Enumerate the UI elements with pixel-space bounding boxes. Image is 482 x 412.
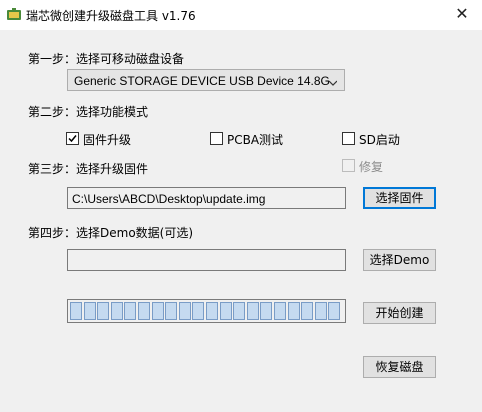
progress-segment — [124, 302, 137, 320]
firmware-upgrade-label[interactable]: 固件升级 — [83, 131, 131, 148]
checkmark-icon — [68, 135, 77, 143]
step1-label: 第一步：选择可移动磁盘设备 — [28, 52, 185, 66]
progress-segment — [206, 302, 218, 320]
progress-segment — [287, 302, 300, 320]
firmware-upgrade-checkbox[interactable] — [66, 132, 79, 145]
progress-segment — [192, 302, 205, 320]
demo-path-field[interactable] — [67, 249, 346, 271]
restore-label: 修复 — [359, 160, 384, 174]
chevron-down-icon — [328, 76, 338, 86]
progress-segment — [246, 302, 259, 320]
step3-label: 第三步：选择升级固件 — [28, 162, 149, 176]
progress-segment — [70, 302, 82, 320]
restore-checkbox[interactable] — [342, 159, 355, 172]
progress-segment — [83, 302, 96, 320]
select-firmware-button[interactable]: 选择固件 — [363, 187, 436, 209]
pcba-test-checkbox[interactable] — [210, 132, 223, 145]
window-title: 瑞芯微创建升级磁盘工具 v1.76 — [26, 9, 196, 23]
progress-segment — [219, 302, 232, 320]
progress-segment — [328, 302, 341, 320]
app-icon — [6, 7, 22, 23]
progress-segment — [151, 302, 164, 320]
progress-segment — [274, 302, 286, 320]
progress-segment — [314, 302, 327, 320]
progress-segment — [178, 302, 191, 320]
start-create-button[interactable]: 开始创建 — [363, 302, 436, 324]
progress-segment — [301, 302, 314, 320]
sd-boot-checkbox[interactable] — [342, 132, 355, 145]
firmware-path-value: C:\Users\ABCD\Desktop\update.img — [72, 192, 266, 206]
progress-segment — [165, 302, 178, 320]
pcba-test-label[interactable]: PCBA测试 — [227, 131, 283, 148]
device-select-value: Generic STORAGE DEVICE USB Device 14.8G — [74, 74, 330, 88]
title-bar: 瑞芯微创建升级磁盘工具 v1.76 ✕ — [0, 0, 482, 30]
step4-label: 第四步：选择Demo数据(可选) — [28, 226, 194, 240]
device-select[interactable]: Generic STORAGE DEVICE USB Device 14.8G — [67, 69, 345, 91]
progress-segment — [260, 302, 273, 320]
sd-boot-label[interactable]: SD启动 — [359, 131, 400, 148]
close-icon[interactable]: ✕ — [452, 4, 472, 24]
firmware-path-field[interactable]: C:\Users\ABCD\Desktop\update.img — [67, 187, 346, 209]
step2-label: 第二步：选择功能模式 — [28, 105, 149, 119]
progress-segment — [110, 302, 123, 320]
progress-segment — [233, 302, 246, 320]
restore-disk-button[interactable]: 恢复磁盘 — [363, 356, 436, 378]
progress-segment — [138, 302, 150, 320]
progress-bar — [67, 299, 346, 323]
select-demo-button[interactable]: 选择Demo — [363, 249, 436, 271]
progress-segment — [97, 302, 110, 320]
